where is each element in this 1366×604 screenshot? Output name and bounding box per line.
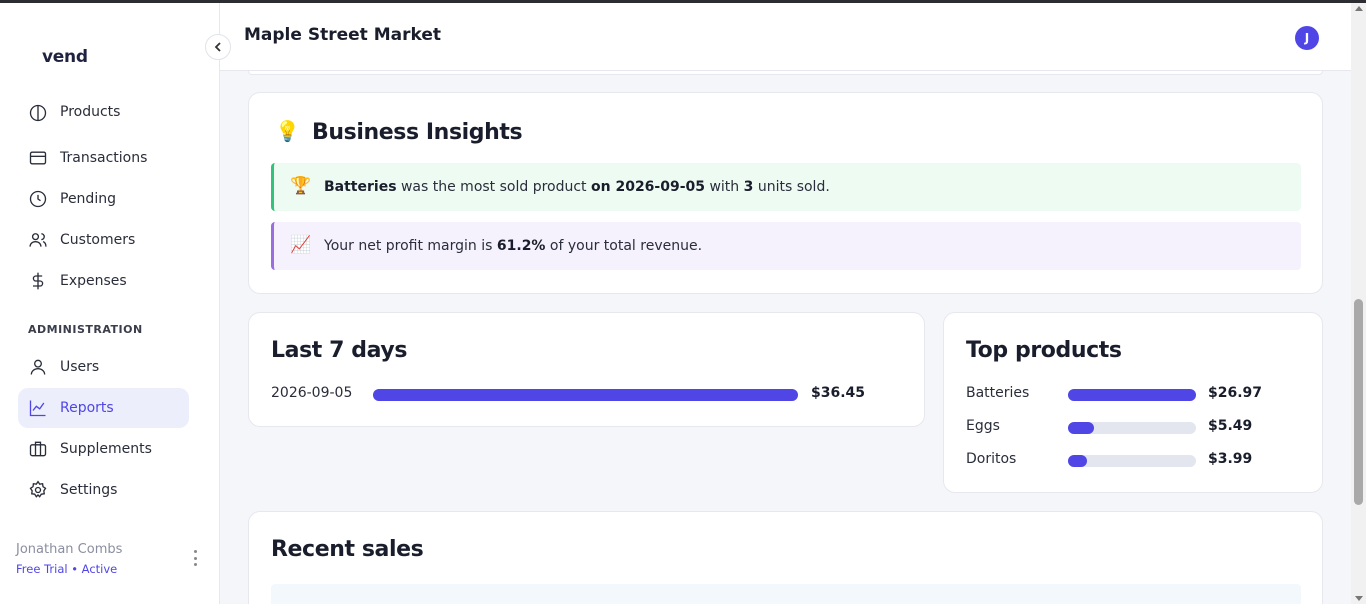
recent-sales-card: Recent sales	[248, 511, 1323, 604]
dollar-icon	[32, 272, 44, 290]
product-bar-fill	[1068, 389, 1196, 401]
scroll-down-icon[interactable]	[1355, 596, 1363, 601]
sidebar-item-label: Products	[60, 104, 121, 120]
day-value: $36.45	[811, 385, 866, 401]
sidebar-item-label: Expenses	[60, 273, 127, 289]
sidebar-item-reports[interactable]: Reports	[18, 388, 189, 428]
sidebar-item-settings[interactable]: Settings	[18, 470, 189, 510]
gear-icon	[29, 480, 47, 498]
table-header	[271, 584, 1301, 604]
user-plan-status: Free Trial • Active	[16, 562, 118, 576]
products-icon	[29, 104, 47, 122]
user-name: Jonathan Combs	[16, 542, 123, 557]
sidebar-item-label: Settings	[60, 482, 118, 498]
briefcase-icon	[29, 441, 47, 457]
product-bar-fill	[1068, 422, 1094, 434]
card-icon	[29, 151, 47, 165]
chevron-left-icon	[214, 42, 221, 52]
sidebar-item-label: Transactions	[60, 150, 148, 166]
sidebar-item-supplements[interactable]: Supplements	[18, 429, 189, 469]
top-products-card: Top products Batteries $26.97 Eggs $5.49…	[943, 312, 1323, 493]
user-icon	[30, 359, 46, 375]
product-value: $3.99	[1208, 451, 1253, 467]
insight-text: units sold.	[753, 179, 830, 195]
lightbulb-icon: 💡	[275, 119, 300, 143]
business-insights-card: 💡 Business Insights 🏆 Batteries was the …	[248, 92, 1323, 294]
insight-date: on 2026-09-05	[591, 179, 706, 195]
product-bar	[1068, 422, 1196, 434]
insight-text: Your net profit margin is	[324, 238, 497, 254]
product-name: Eggs	[966, 418, 1000, 434]
sidebar: vend Products Transactions Pending Custo…	[0, 3, 220, 604]
avatar[interactable]: J	[1295, 26, 1319, 50]
sidebar-item-customers[interactable]: Customers	[18, 220, 189, 260]
insight-product: Batteries	[324, 179, 397, 195]
insight-margin-value: 61.2%	[496, 238, 546, 254]
chart-icon	[29, 400, 46, 417]
sidebar-item-label: Pending	[60, 191, 116, 207]
product-bar	[1068, 455, 1196, 467]
sidebar-item-label: Reports	[60, 400, 114, 416]
insight-units: 3	[743, 179, 754, 195]
scroll-up-icon[interactable]	[1355, 6, 1363, 11]
top-products-title: Top products	[966, 338, 1122, 363]
section-label-administration: ADMINISTRATION	[28, 323, 143, 336]
product-value: $26.97	[1208, 385, 1263, 401]
scrollbar-thumb[interactable]	[1354, 299, 1363, 505]
sidebar-item-label: Users	[60, 359, 100, 375]
more-options-icon[interactable]	[190, 548, 200, 568]
page-scrollbar[interactable]	[1351, 3, 1366, 604]
top-product-insight: 🏆 Batteries was the most sold product on…	[271, 163, 1301, 211]
users-icon	[29, 233, 47, 247]
product-name: Doritos	[966, 451, 1017, 467]
sidebar-item-label: Supplements	[60, 441, 152, 457]
product-name: Batteries	[966, 385, 1030, 401]
insight-text: was the most sold product	[396, 179, 591, 195]
last-7-days-title: Last 7 days	[271, 338, 408, 363]
insight-text: of your total revenue.	[545, 238, 703, 254]
trophy-icon: 🏆	[290, 176, 312, 196]
store-title: Maple Street Market	[244, 25, 441, 45]
product-bar-fill	[1068, 455, 1088, 467]
clock-icon	[29, 190, 47, 208]
sidebar-item-users[interactable]: Users	[18, 347, 189, 387]
profit-margin-insight: 📈 Your net profit margin is 61.2% of you…	[271, 222, 1301, 270]
sidebar-item-pending[interactable]: Pending	[18, 179, 189, 219]
business-insights-title: Business Insights	[312, 120, 523, 145]
chart-increasing-icon: 📈	[290, 235, 312, 255]
sidebar-item-label: Customers	[60, 232, 136, 248]
product-bar	[1068, 389, 1196, 401]
day-bar	[373, 389, 798, 401]
product-value: $5.49	[1208, 418, 1253, 434]
insight-text: with	[705, 179, 744, 195]
day-date: 2026-09-05	[271, 385, 353, 401]
last-7-days-card: Last 7 days 2026-09-05 $36.45	[248, 312, 925, 427]
previous-card-edge	[248, 71, 1323, 75]
top-header: Maple Street Market J	[220, 3, 1351, 71]
sidebar-item-products[interactable]: Products	[18, 103, 189, 133]
sidebar-item-transactions[interactable]: Transactions	[18, 138, 189, 178]
app-logo[interactable]: vend	[42, 47, 88, 67]
day-bar-fill	[373, 389, 798, 401]
sidebar-item-expenses[interactable]: Expenses	[18, 261, 189, 301]
collapse-sidebar-button[interactable]	[205, 34, 231, 60]
recent-sales-title: Recent sales	[271, 537, 424, 562]
